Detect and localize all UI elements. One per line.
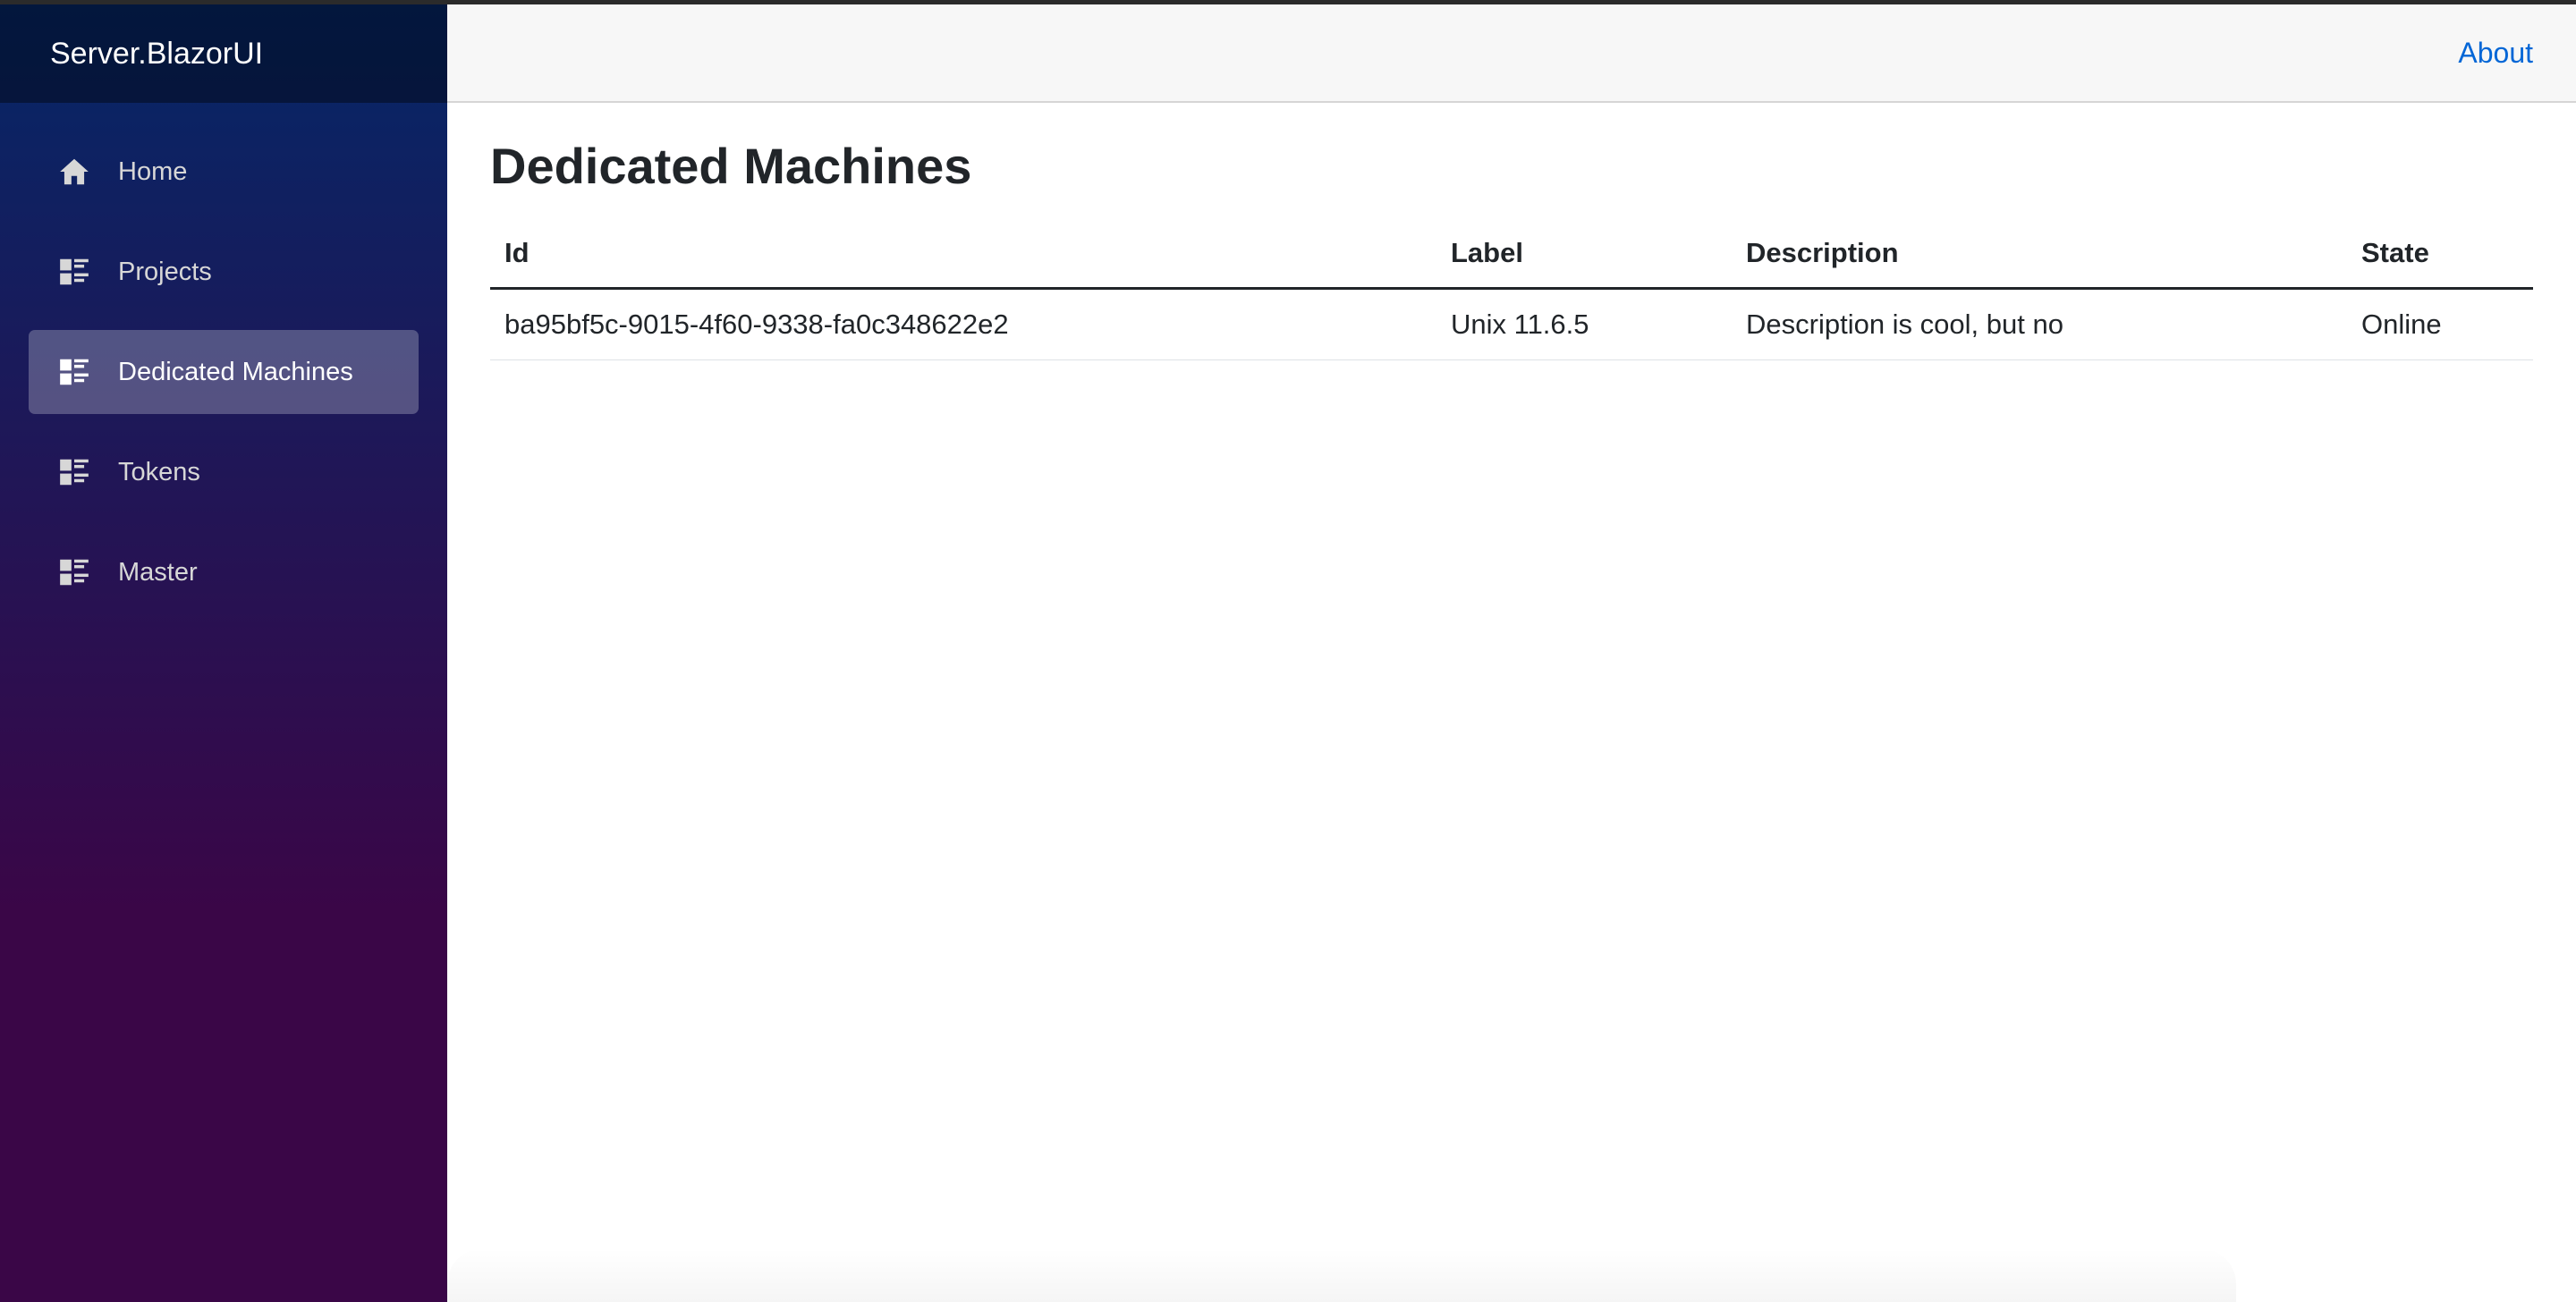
sidebar-item-label: Tokens [118,457,200,486]
content: Dedicated Machines Id Label Description … [447,103,2576,360]
sidebar-item-dedicated-machines[interactable]: Dedicated Machines [29,330,419,414]
list-icon [57,255,91,289]
column-header-description: Description [1732,220,2347,290]
brand-bar: Server.BlazorUI [0,4,447,103]
sidebar-item-home[interactable]: Home [29,130,419,214]
machines-table: Id Label Description State ba95bf5c-9015… [490,220,2533,360]
about-link[interactable]: About [2458,37,2533,70]
column-header-state: State [2347,220,2533,290]
cell-state: Online [2347,288,2533,360]
cell-label: Unix 11.6.5 [1436,288,1732,360]
sidebar-nav: Home Projects Dedicated Machines Tokens … [0,103,447,614]
sidebar-item-label: Home [118,156,188,186]
sidebar-item-label: Master [118,557,198,587]
cell-description: Description is cool, but no [1732,288,2347,360]
sidebar: Server.BlazorUI Home Projects Dedicated … [0,4,447,1302]
main-area: About Dedicated Machines Id Label Descri… [447,4,2576,1302]
table-header-row: Id Label Description State [490,220,2533,290]
sidebar-item-label: Dedicated Machines [118,357,353,386]
home-icon [57,155,91,189]
table-row: ba95bf5c-9015-4f60-9338-fa0c348622e2 Uni… [490,288,2533,360]
top-row: About [447,4,2576,103]
page-title: Dedicated Machines [490,138,972,194]
sidebar-item-tokens[interactable]: Tokens [29,430,419,514]
sidebar-item-label: Projects [118,257,212,286]
list-icon [57,555,91,589]
sidebar-item-master[interactable]: Master [29,530,419,614]
bottom-shadow [447,1248,2236,1302]
cell-id: ba95bf5c-9015-4f60-9338-fa0c348622e2 [490,288,1436,360]
column-header-label: Label [1436,220,1732,290]
list-icon [57,455,91,489]
sidebar-item-projects[interactable]: Projects [29,230,419,314]
column-header-id: Id [490,220,1436,290]
list-icon [57,355,91,389]
brand-link[interactable]: Server.BlazorUI [50,37,263,72]
